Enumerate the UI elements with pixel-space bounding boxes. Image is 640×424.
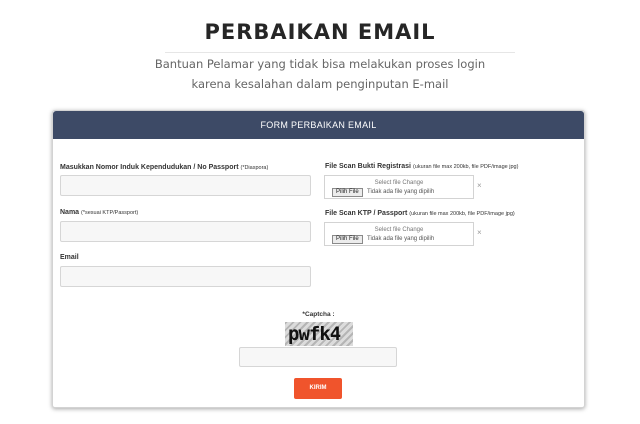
file1-label-text: File Scan Bukti Registrasi [325, 163, 411, 170]
file2-remove-icon[interactable]: × [477, 228, 482, 237]
title-divider [165, 52, 515, 53]
nama-input[interactable] [60, 221, 311, 242]
captcha-image: pwfk4 [285, 322, 353, 346]
file2-select-text: Select file Change [374, 227, 424, 233]
nik-input[interactable] [60, 175, 311, 196]
nama-label-text: Nama [60, 209, 80, 216]
file2-upload[interactable]: Select file Change Pilih File Tidak ada … [324, 222, 474, 246]
captcha-input[interactable] [239, 347, 397, 367]
file2-status: Tidak ada file yang dipilih [367, 236, 435, 242]
captcha-label: *Captcha : [302, 311, 335, 318]
page-title: PERBAIKAN EMAIL [204, 20, 436, 44]
nik-label: Masukkan Nomor Induk Kependudukan / No P… [60, 164, 268, 171]
file1-status: Tidak ada file yang dipilih [367, 189, 435, 195]
nama-label-note: (*sesuai KTP/Passport) [81, 210, 139, 216]
file2-label-note: (ukuran file max 200kb, file PDF/image j… [409, 211, 515, 217]
file2-label: File Scan KTP / Passport (ukuran file ma… [325, 210, 515, 217]
file1-remove-icon[interactable]: × [477, 181, 482, 190]
captcha-text: pwfk4 [288, 323, 341, 345]
file1-select-text: Select file Change [374, 180, 424, 186]
nik-label-text: Masukkan Nomor Induk Kependudukan / No P… [60, 164, 239, 171]
file1-label: File Scan Bukti Registrasi (ukuran file … [325, 163, 518, 170]
file2-choose-button[interactable]: Pilih File [332, 235, 363, 244]
form-header: FORM PERBAIKAN EMAIL [53, 111, 584, 139]
file2-label-text: File Scan KTP / Passport [325, 210, 408, 217]
file1-label-note: (ukuran file max 200kb, file PDF/image j… [412, 164, 519, 170]
file1-choose-button[interactable]: Pilih File [332, 188, 363, 197]
file1-upload[interactable]: Select file Change Pilih File Tidak ada … [324, 175, 474, 199]
form-card: FORM PERBAIKAN EMAIL Masukkan Nomor Indu… [52, 110, 585, 408]
nik-label-note: (*Diaspora) [240, 165, 269, 171]
subtitle-line-2: karena kesalahan dalam penginputan E-mai… [191, 77, 449, 91]
subtitle-line-1: Bantuan Pelamar yang tidak bisa melakuka… [154, 57, 486, 71]
submit-button[interactable]: KIRIM [294, 378, 342, 399]
email-input[interactable] [60, 266, 311, 287]
email-label: Email [60, 254, 79, 261]
nama-label: Nama (*sesuai KTP/Passport) [60, 209, 138, 216]
